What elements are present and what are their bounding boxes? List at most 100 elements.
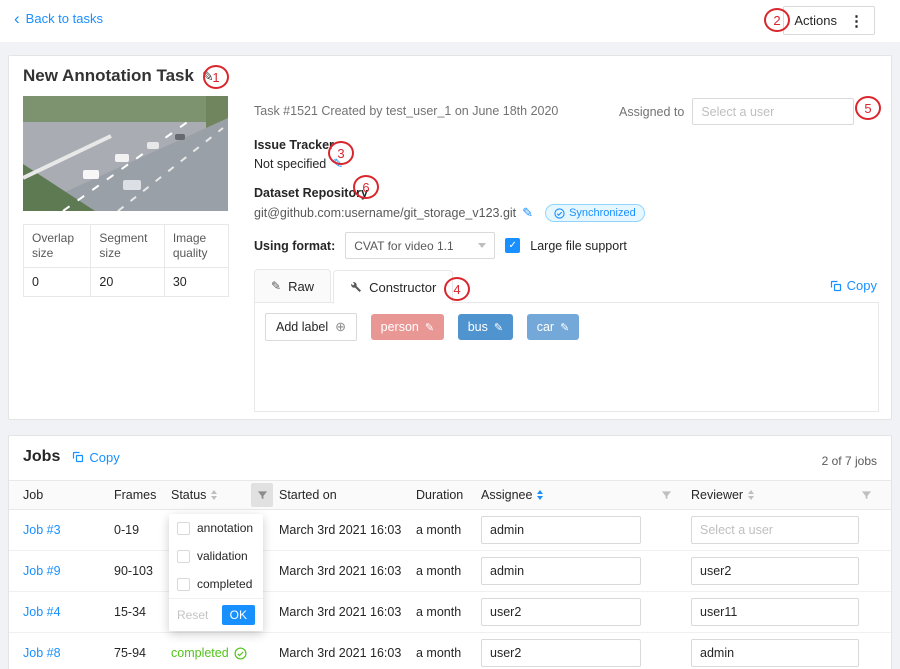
param-value: 30 [164,268,228,297]
format-select[interactable]: CVAT for video 1.1 [345,232,495,259]
back-to-tasks-link[interactable]: ‹ Back to tasks [14,11,103,26]
sync-status-label: Synchronized [569,207,636,219]
copy-labels-link[interactable]: Copy [830,278,877,293]
duration-cell: a month [416,605,481,619]
checkbox[interactable] [177,578,190,591]
filter-option-completed[interactable]: completed [169,570,263,598]
assigned-to-label: Assigned to [619,105,684,119]
cvat-task-page: ‹ Back to tasks Actions ⋮ New Annotation… [0,0,900,669]
assignee-input[interactable] [481,516,641,544]
frames-cell: 0-19 [114,523,171,537]
tab-raw-label: Raw [288,279,314,294]
started-cell: March 3rd 2021 16:03 [279,605,416,619]
reviewer-input[interactable] [691,516,859,544]
assignee-filter-icon[interactable] [655,483,677,507]
param-value: 0 [24,268,91,297]
params-header-row: Overlap size Segment size Image quality [24,225,229,268]
label-chip-bus[interactable]: bus ✎ [458,314,513,340]
table-row: Job #8 75-94 completed March 3rd 2021 16… [9,633,891,669]
reviewer-input[interactable] [691,639,859,667]
assignee-input[interactable] [481,598,641,626]
copy-icon [830,280,842,292]
edit-label-icon[interactable]: ✎ [494,321,503,334]
back-chevron-icon: ‹ [14,12,20,25]
copy-jobs-label: Copy [89,450,119,465]
label-editor-tabs: ✎ Raw Constructor Copy [254,268,877,303]
add-label-button[interactable]: Add label ⊕ [265,313,357,341]
jobs-count: 2 of 7 jobs [822,454,877,468]
reviewer-input[interactable] [691,598,859,626]
filter-reset-button[interactable]: Reset [177,608,208,622]
param-value: 20 [91,268,164,297]
filter-option-validation[interactable]: validation [169,542,263,570]
params-value-row: 0 20 30 [24,268,229,297]
reviewer-input[interactable] [691,557,859,585]
task-details-card: New Annotation Task ✎ Over [8,55,892,420]
duration-cell: a month [416,564,481,578]
plus-circle-icon: ⊕ [335,319,346,335]
status-cell: completed [171,646,279,660]
large-file-checkbox[interactable]: ✓ [505,238,520,253]
assigned-to-input[interactable] [692,98,854,125]
filter-option-annotation[interactable]: annotation [169,514,263,542]
status-label: completed [171,646,229,660]
assignee-input[interactable] [481,557,641,585]
job-link[interactable]: Job #4 [23,605,61,619]
actions-button[interactable]: Actions ⋮ [783,6,875,35]
label-chip-car[interactable]: car ✎ [527,314,580,340]
edit-label-icon[interactable]: ✎ [425,321,434,334]
edit-label-icon[interactable]: ✎ [560,321,569,334]
frames-cell: 75-94 [114,646,171,660]
sync-status-badge: Synchronized [545,204,645,222]
assignee-input[interactable] [481,639,641,667]
callout-3: 3 [328,141,354,165]
dataset-repository-block: Dataset Repository git@github.com:userna… [254,186,645,222]
preview-illustration [23,96,228,211]
column-reviewer: Reviewer [691,483,877,507]
frames-cell: 90-103 [114,564,171,578]
table-row: Job #4 15-34 March 3rd 2021 16:03 a mont… [9,592,891,633]
sort-carets-icon[interactable] [211,490,217,500]
copy-jobs-link[interactable]: Copy [72,450,119,465]
tab-constructor[interactable]: Constructor [333,270,453,304]
column-frames: Frames [114,488,171,502]
duration-cell: a month [416,523,481,537]
actions-label: Actions [794,13,837,28]
column-status-label: Status [171,488,206,502]
column-assignee: Assignee [481,483,691,507]
task-title-row: New Annotation Task ✎ [23,66,214,86]
job-link[interactable]: Job #3 [23,523,61,537]
table-row: Job #3 0-19 March 3rd 2021 16:03 a month [9,510,891,551]
tab-raw[interactable]: ✎ Raw [254,269,331,303]
label-chip-person[interactable]: person ✎ [371,314,444,340]
column-duration: Duration [416,488,481,502]
reviewer-filter-icon[interactable] [855,483,877,507]
filter-option-label: validation [197,549,248,563]
sort-carets-icon[interactable] [748,490,754,500]
checkbox[interactable] [177,550,190,563]
param-header: Overlap size [24,225,91,268]
sort-carets-icon[interactable] [537,490,543,500]
label-chip-name: bus [468,320,488,334]
job-link[interactable]: Job #8 [23,646,61,660]
job-link[interactable]: Job #9 [23,564,61,578]
format-label: Using format: [254,239,335,253]
assigned-to-row: Assigned to [619,98,854,125]
started-cell: March 3rd 2021 16:03 [279,646,416,660]
column-assignee-label: Assignee [481,488,532,502]
check-circle-icon [234,647,247,660]
edit-repository-icon[interactable]: ✎ [522,205,533,221]
filter-footer: Reset OK [169,598,263,631]
filter-ok-button[interactable]: OK [222,605,255,625]
checkbox[interactable] [177,522,190,535]
tab-constructor-label: Constructor [369,280,436,295]
param-header: Segment size [91,225,164,268]
task-title: New Annotation Task [23,66,194,86]
task-meta: Task #1521 Created by test_user_1 on Jun… [254,104,558,118]
task-preview-image [23,96,228,211]
jobs-table-header: Job Frames Status Started on Duration As… [9,480,891,510]
status-filter-icon[interactable] [251,483,273,507]
column-job: Job [23,488,114,502]
pencil-icon: ✎ [271,279,281,293]
callout-1: 1 [203,65,229,89]
